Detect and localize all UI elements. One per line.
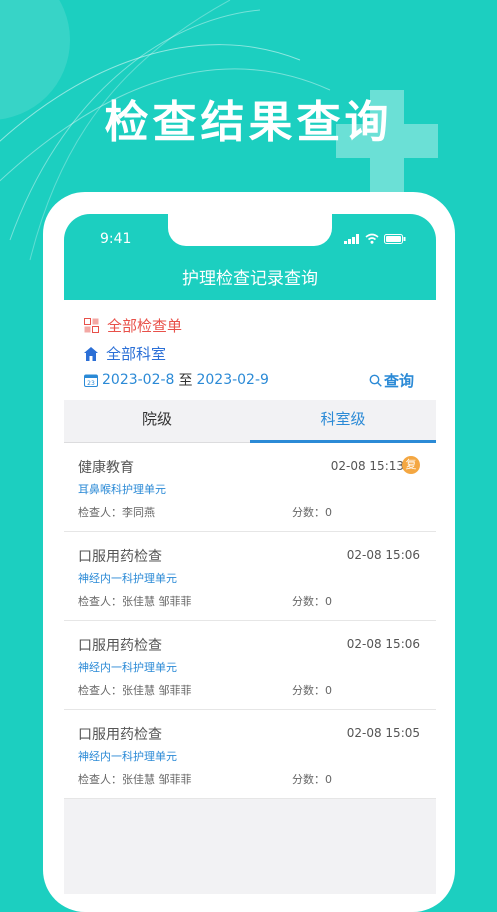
- query-label: 查询: [384, 372, 415, 390]
- department-filter[interactable]: 全部科室: [84, 343, 166, 364]
- grid-icon: [84, 318, 99, 333]
- date-range: 23 2023-02-8 至 2023-02-9: [84, 370, 269, 390]
- date-to-field[interactable]: 2023-02-9: [196, 372, 268, 388]
- record-inspector: 检查人：李同燕: [78, 506, 155, 519]
- record-score: 分数：0: [292, 684, 332, 697]
- record-inspector: 检查人：张佳慧 邹菲菲: [78, 684, 192, 697]
- record-time: 02-08 15:06: [346, 548, 420, 562]
- record-department: 神经内一科护理单元: [78, 661, 177, 674]
- nav-title: 护理检查记录查询: [182, 269, 318, 289]
- record-score: 分数：0: [292, 506, 332, 519]
- record-title: 口服用药检查: [78, 549, 162, 565]
- svg-text:23: 23: [87, 380, 95, 387]
- tab-hospital-level[interactable]: 院级: [64, 400, 250, 442]
- department-filter-label: 全部科室: [106, 345, 167, 363]
- record-list: 健康教育 02-08 15:13 复 耳鼻喉科护理单元 检查人：李同燕 分数：0…: [64, 443, 436, 799]
- hero-title: 检查结果查询: [104, 97, 393, 148]
- record-score: 分数：0: [292, 773, 332, 786]
- app-screen: 9:41 护理检查记录查询 全部检查单 全部科室 23 2023-02-8 至 …: [64, 214, 436, 894]
- record-time: 02-08 15:06: [346, 637, 420, 651]
- list-item[interactable]: 口服用药检查 02-08 15:06 神经内一科护理单元 检查人：张佳慧 邹菲菲…: [64, 532, 436, 621]
- signal-icon: [344, 234, 359, 244]
- list-item[interactable]: 口服用药检查 02-08 15:05 神经内一科护理单元 检查人：张佳慧 邹菲菲…: [64, 710, 436, 799]
- record-score: 分数：0: [292, 595, 332, 608]
- record-time: 02-08 15:05: [346, 726, 420, 740]
- record-inspector: 检查人：张佳慧 邹菲菲: [78, 595, 192, 608]
- filter-panel: 全部检查单 全部科室 23 2023-02-8 至 2023-02-9 查询: [64, 300, 436, 400]
- tab-bar: 院级 科室级: [64, 400, 436, 443]
- date-separator: 至: [178, 373, 193, 389]
- record-department: 耳鼻喉科护理单元: [78, 483, 166, 496]
- record-title: 健康教育: [78, 460, 134, 476]
- wifi-icon: [365, 233, 379, 244]
- status-icons: [344, 233, 406, 244]
- app-header: 9:41 护理检查记录查询: [64, 214, 436, 300]
- record-department: 神经内一科护理单元: [78, 750, 177, 763]
- query-button[interactable]: 查询: [369, 370, 414, 391]
- record-title: 口服用药检查: [78, 638, 162, 654]
- list-item[interactable]: 健康教育 02-08 15:13 复 耳鼻喉科护理单元 检查人：李同燕 分数：0: [64, 443, 436, 532]
- tab-department-level[interactable]: 科室级: [250, 400, 436, 442]
- checklist-filter-label: 全部检查单: [107, 317, 183, 335]
- phone-notch: [168, 214, 332, 246]
- list-item[interactable]: 口服用药检查 02-08 15:06 神经内一科护理单元 检查人：张佳慧 邹菲菲…: [64, 621, 436, 710]
- battery-icon: [384, 234, 406, 244]
- record-department: 神经内一科护理单元: [78, 572, 177, 585]
- search-icon: [369, 374, 382, 387]
- record-title: 口服用药检查: [78, 727, 162, 743]
- home-icon: [84, 346, 98, 361]
- review-badge: 复: [402, 456, 420, 474]
- date-from-field[interactable]: 2023-02-8: [102, 372, 174, 388]
- calendar-icon: 23: [84, 374, 98, 387]
- record-inspector: 检查人：张佳慧 邹菲菲: [78, 773, 192, 786]
- record-time: 02-08 15:13: [330, 459, 404, 473]
- checklist-filter[interactable]: 全部检查单: [84, 315, 182, 336]
- status-time: 9:41: [100, 231, 132, 247]
